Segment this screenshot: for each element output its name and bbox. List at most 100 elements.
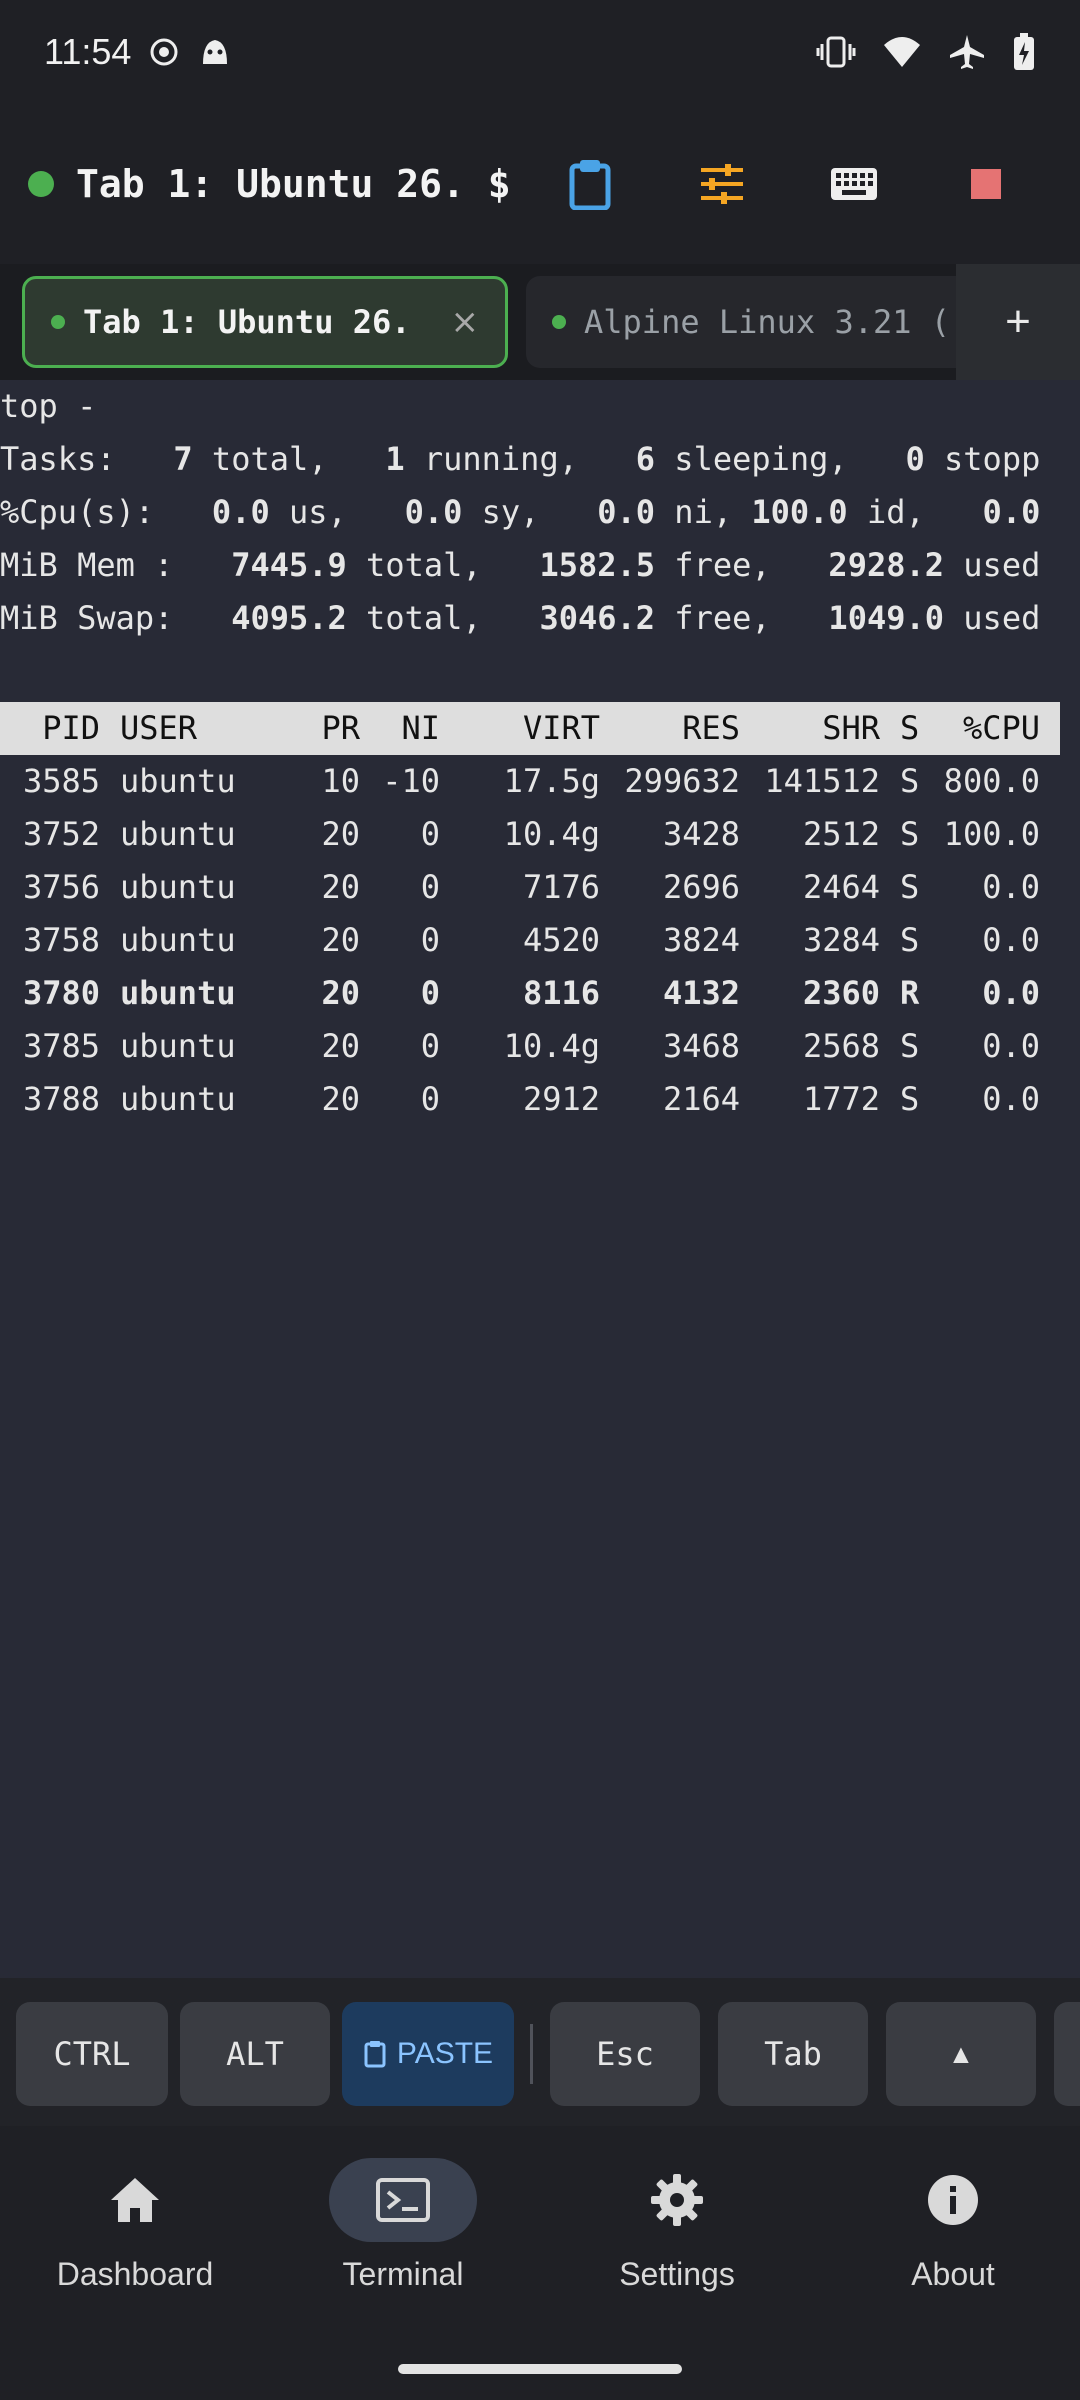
col-header: NI <box>401 709 440 747</box>
status-bar: 11:54 <box>0 0 1080 104</box>
more-keys[interactable] <box>1054 2002 1080 2106</box>
cell-ni: 0 <box>420 868 440 906</box>
sliders-icon <box>701 164 743 204</box>
cell-shr: 1772 <box>802 1080 880 1118</box>
cell-shr: 3284 <box>802 921 880 959</box>
nav-icon-container <box>603 2158 751 2242</box>
vibrate-icon <box>816 34 856 70</box>
home-gesture-handle[interactable] <box>398 2364 682 2374</box>
nav-settings[interactable]: Settings <box>542 2126 812 2334</box>
up-arrow-key[interactable]: ▲ <box>886 2002 1036 2106</box>
cell-res: 3428 <box>662 815 740 853</box>
cell-s: S <box>900 868 920 906</box>
cell-user: ubuntu <box>120 974 236 1012</box>
cell-pr: 20 <box>321 868 360 906</box>
cell-s: S <box>900 815 920 853</box>
cell-res: 4132 <box>662 974 740 1012</box>
table-row: 3758 ubuntu 20 0 4520 3824 3284 S 0.0 <box>0 914 1060 967</box>
cell-shr: 2568 <box>802 1027 880 1065</box>
extra-keys-bar: CTRL ALT PASTE Esc Tab ▲ <box>0 1978 1080 2126</box>
cell-user: ubuntu <box>120 762 236 800</box>
table-row: 3585 ubuntu 10 -10 17.5g 299632 141512 S 800.0 <box>0 755 1060 808</box>
cell-s: S <box>900 1027 920 1065</box>
status-right <box>816 32 1036 72</box>
tab-status-dot <box>51 315 65 329</box>
home-icon <box>111 2178 159 2222</box>
nav-dashboard[interactable]: Dashboard <box>0 2126 270 2334</box>
terminal-output[interactable]: top - Tasks: 7 total, 1 running, 6 sleep… <box>0 380 1080 1978</box>
status-left: 11:54 <box>44 31 233 73</box>
battery-charging-icon <box>1012 32 1036 72</box>
stop-icon <box>971 169 1001 199</box>
col-header: RES <box>682 709 740 747</box>
cell-cpu: 0.0 <box>982 1080 1040 1118</box>
cell-ni: 0 <box>420 1027 440 1065</box>
cell-user: ubuntu <box>120 1027 236 1065</box>
cell-shr: 2360 <box>802 974 880 1012</box>
cell-user: ubuntu <box>120 1080 236 1118</box>
tab-label: Tab 1: Ubuntu 26. <box>83 303 411 341</box>
col-header: USER <box>120 709 198 747</box>
stop-session-button[interactable] <box>920 134 1052 234</box>
tab-key[interactable]: Tab <box>718 2002 868 2106</box>
cell-virt: 17.5g <box>503 762 600 800</box>
cell-res: 299632 <box>624 762 740 800</box>
toolbar-title: Tab 1: Ubuntu 26. $ <box>76 162 511 206</box>
cell-res: 2164 <box>662 1080 740 1118</box>
esc-key[interactable]: Esc <box>550 2002 700 2106</box>
cell-pid: 3780 <box>22 974 100 1012</box>
cell-pid: 3788 <box>22 1080 100 1118</box>
cell-ni: 0 <box>420 815 440 853</box>
nav-terminal[interactable]: Terminal <box>268 2126 538 2334</box>
table-row: 3788 ubuntu 20 0 2912 2164 1772 S 0.0 <box>0 1073 1060 1126</box>
cell-ni: 0 <box>420 1080 440 1118</box>
cell-shr: 2464 <box>802 868 880 906</box>
paste-button[interactable]: PASTE <box>342 2002 514 2106</box>
nav-label: Settings <box>619 2256 735 2292</box>
cell-s: S <box>900 921 920 959</box>
close-icon[interactable]: × <box>451 302 480 342</box>
col-header: PID <box>42 709 100 747</box>
clipboard-button[interactable] <box>524 134 656 234</box>
table-row: 3752 ubuntu 20 0 10.4g 3428 2512 S 100.0 <box>0 808 1060 861</box>
cell-virt: 10.4g <box>503 1027 600 1065</box>
cell-res: 2696 <box>662 868 740 906</box>
cell-ni: 0 <box>420 921 440 959</box>
nav-label: Dashboard <box>56 2256 214 2292</box>
app-notification-icon <box>197 34 233 70</box>
terminal-tabs: Tab 1: Ubuntu 26. × Alpine Linux 3.21 ( … <box>0 264 1080 380</box>
nav-about[interactable]: About <box>818 2126 1080 2334</box>
col-header: S <box>900 709 920 747</box>
cell-pr: 20 <box>321 815 360 853</box>
cell-ni: 0 <box>420 974 440 1012</box>
table-row: 3780 ubuntu 20 0 8116 4132 2360 R 0.0 <box>0 967 1060 1020</box>
cell-cpu: 0.0 <box>982 974 1040 1012</box>
session-status-dot <box>28 171 54 197</box>
tab-ubuntu[interactable]: Tab 1: Ubuntu 26. × <box>22 276 508 368</box>
nav-icon-container <box>329 2158 477 2242</box>
add-tab-button[interactable]: + <box>956 264 1080 380</box>
clipboard-icon <box>569 160 611 210</box>
cell-s: R <box>900 974 920 1012</box>
cell-user: ubuntu <box>120 815 236 853</box>
cell-cpu: 800.0 <box>943 762 1040 800</box>
cell-virt: 7176 <box>522 868 600 906</box>
cell-cpu: 0.0 <box>982 921 1040 959</box>
cell-virt: 2912 <box>522 1080 600 1118</box>
cell-shr: 2512 <box>802 815 880 853</box>
cell-s: S <box>900 1080 920 1118</box>
keyboard-button[interactable] <box>788 134 920 234</box>
settings-sliders-button[interactable] <box>656 134 788 234</box>
cell-res: 3468 <box>662 1027 740 1065</box>
ctrl-key[interactable]: CTRL <box>16 2002 168 2106</box>
airplane-icon <box>948 33 986 71</box>
info-icon <box>928 2175 978 2225</box>
cell-user: ubuntu <box>120 868 236 906</box>
cell-pid: 3785 <box>22 1027 100 1065</box>
col-header: SHR <box>822 709 880 747</box>
alt-key[interactable]: ALT <box>180 2002 330 2106</box>
cell-pid: 3758 <box>22 921 100 959</box>
process-table-header: PID USER PR NI VIRT RES SHR S %CPU <box>0 702 1060 755</box>
col-header: VIRT <box>522 709 600 747</box>
keys-divider <box>530 2024 533 2084</box>
